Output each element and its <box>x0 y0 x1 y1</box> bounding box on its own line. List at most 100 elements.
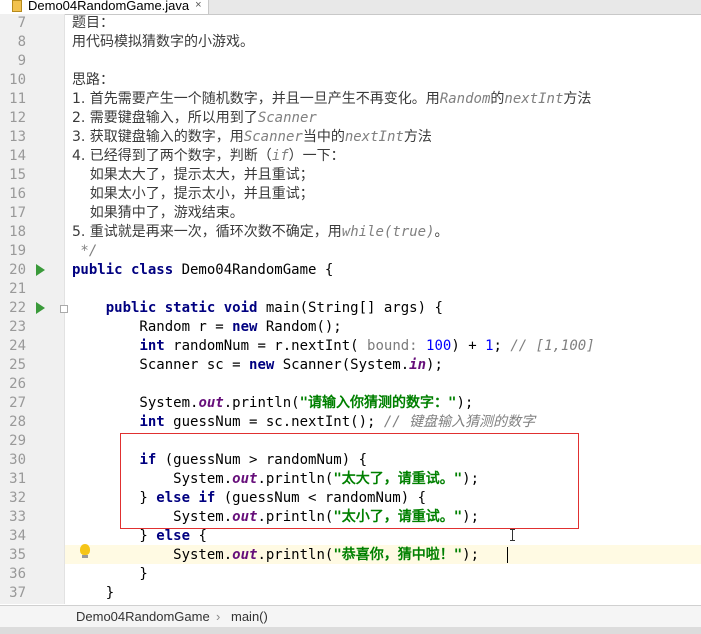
code-token: int <box>139 338 174 354</box>
line-number: 19 <box>9 243 26 259</box>
code-token: 3. 获取键盘输入的数字，用 <box>72 129 244 145</box>
line-number: 33 <box>9 509 26 525</box>
code-token: } <box>72 585 115 601</box>
code-line[interactable]: 4. 已经得到了两个数字，判断（if）一下： <box>72 147 345 166</box>
code-token: System. <box>72 395 199 411</box>
code-token: out <box>232 547 258 563</box>
code-token: new <box>249 357 283 373</box>
line-number: 37 <box>9 585 26 601</box>
code-line[interactable]: 如果猜中了，游戏结束。 <box>72 204 244 223</box>
code-line[interactable]: } else { <box>72 527 206 546</box>
code-line[interactable]: */ <box>72 242 97 261</box>
line-number: 30 <box>9 452 26 468</box>
line-number: 7 <box>17 15 26 31</box>
code-token: Scanner(System. <box>282 357 410 373</box>
code-token: main(String[] args) { <box>265 300 443 316</box>
code-token: 100 <box>426 338 452 354</box>
code-line[interactable]: 1. 首先需要产生一个随机数字，并且一旦产生不再变化。用Random的nextI… <box>72 90 591 109</box>
line-number: 26 <box>9 376 26 392</box>
run-class-icon[interactable] <box>36 264 45 276</box>
code-token: else <box>156 528 199 544</box>
code-token: "请输入你猜测的数字：" <box>299 395 457 411</box>
code-token: while(true) <box>341 224 435 240</box>
code-token: 1 <box>485 338 494 354</box>
code-token: .println( <box>223 395 300 411</box>
code-line[interactable]: 用代码模拟猜数字的小游戏。 <box>72 33 254 52</box>
code-token: guessNum = sc.nextInt(); <box>173 414 384 430</box>
line-number: 29 <box>9 433 26 449</box>
code-line[interactable]: int guessNum = sc.nextInt(); // 键盘输入猜测的数… <box>72 413 535 432</box>
code-token: 方法 <box>403 129 432 145</box>
line-number: 23 <box>9 319 26 335</box>
code-token: .println( <box>257 547 334 563</box>
code-token: int <box>139 414 174 430</box>
code-token: Random <box>439 91 491 107</box>
line-number: 25 <box>9 357 26 373</box>
code-token: } <box>72 566 148 582</box>
line-number: 36 <box>9 566 26 582</box>
code-token: 1. 首先需要产生一个随机数字，并且一旦产生不再变化。用 <box>72 91 440 107</box>
run-main-icon[interactable] <box>36 302 45 314</box>
line-number: 24 <box>9 338 26 354</box>
line-number: 27 <box>9 395 26 411</box>
code-token: bound: <box>367 338 427 354</box>
code-token: 。 <box>434 224 449 240</box>
fold-icon[interactable] <box>60 305 68 313</box>
code-token: public static void <box>105 300 266 316</box>
text-cursor-icon <box>510 529 515 541</box>
lightbulb-icon[interactable] <box>80 544 90 558</box>
code-token: 5. 重试就是再来一次，循环次数不确定，用 <box>72 224 342 240</box>
tab-demo04randomgame[interactable]: Demo04RandomGame.java × <box>0 0 209 14</box>
line-number: 21 <box>9 281 26 297</box>
code-token: if <box>271 148 289 164</box>
code-line[interactable]: 2. 需要键盘输入，所以用到了Scanner <box>72 109 317 128</box>
line-number: 34 <box>9 528 26 544</box>
code-line[interactable]: Scanner sc = new Scanner(System.in); <box>72 356 442 375</box>
code-line[interactable]: 3. 获取键盘输入的数字，用Scanner当中的nextInt方法 <box>72 128 432 147</box>
breadcrumb-class[interactable]: Demo04RandomGame <box>76 606 210 628</box>
line-number: 15 <box>9 167 26 183</box>
code-token: 方法 <box>563 91 592 107</box>
line-number: 32 <box>9 490 26 506</box>
code-line[interactable]: } <box>72 584 114 603</box>
breadcrumb-method[interactable]: main() <box>231 606 268 628</box>
code-token: ）一下： <box>288 148 345 164</box>
editor-tab-bar: Demo04RandomGame.java × <box>0 0 701 15</box>
code-line[interactable]: int randomNum = r.nextInt( bound: 100) +… <box>72 337 595 356</box>
code-token: Demo04RandomGame { <box>181 262 334 278</box>
code-line[interactable]: 如果太大了，提示太大，并且重试； <box>72 166 314 185</box>
line-number: 20 <box>9 262 26 278</box>
code-line[interactable]: public static void main(String[] args) { <box>72 299 443 318</box>
code-line[interactable]: 思路： <box>72 71 114 90</box>
line-number: 22 <box>9 300 26 316</box>
code-line[interactable]: 如果太小了，提示太小，并且重试； <box>72 185 314 204</box>
code-line[interactable]: public class Demo04RandomGame { <box>72 261 333 280</box>
code-token: 4. 已经得到了两个数字，判断（ <box>72 148 272 164</box>
code-token: 用代码模拟猜数字的小游戏。 <box>72 34 254 50</box>
line-number: 11 <box>9 91 26 107</box>
tab-label: Demo04RandomGame.java <box>28 0 190 13</box>
code-line[interactable]: System.out.println("恭喜你，猜中啦！"); <box>72 546 479 565</box>
code-line[interactable]: } <box>72 565 148 584</box>
code-token: // 键盘输入猜测的数字 <box>383 414 536 430</box>
code-token: Random(); <box>265 319 342 335</box>
code-token: nextInt <box>504 91 564 107</box>
code-token: // [1,100] <box>510 338 595 354</box>
line-number: 28 <box>9 414 26 430</box>
breadcrumb-separator: › <box>216 609 221 624</box>
code-token: Scanner <box>257 110 317 126</box>
close-icon[interactable]: × <box>195 0 201 14</box>
code-token: 如果猜中了，游戏结束。 <box>72 205 244 221</box>
code-line[interactable]: Random r = new Random(); <box>72 318 342 337</box>
code-token: Scanner sc = <box>72 357 250 373</box>
code-token: 如果太小了，提示太小，并且重试； <box>72 186 314 202</box>
line-number: 8 <box>17 34 26 50</box>
code-token: 2. 需要键盘输入，所以用到了 <box>72 110 258 126</box>
line-number: 17 <box>9 205 26 221</box>
code-line[interactable]: 题目： <box>72 14 114 33</box>
breadcrumb: Demo04RandomGame › main() <box>0 605 701 628</box>
code-token: public class <box>72 262 182 278</box>
code-line[interactable]: 5. 重试就是再来一次，循环次数不确定，用while(true)。 <box>72 223 449 242</box>
code-line[interactable]: System.out.println("请输入你猜测的数字："); <box>72 394 473 413</box>
